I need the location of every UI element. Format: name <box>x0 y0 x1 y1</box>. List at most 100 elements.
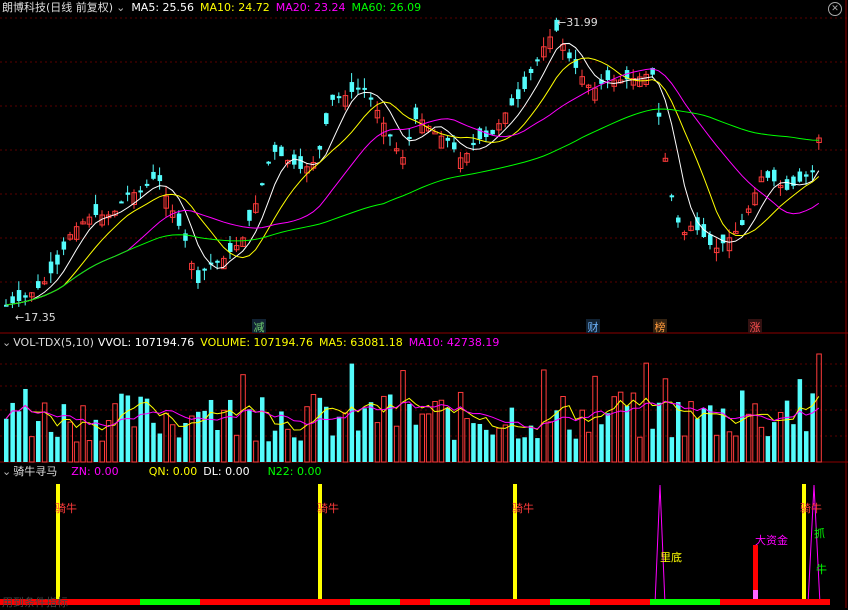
volume-bar <box>272 430 278 462</box>
chevron-down-icon[interactable]: ⌄ <box>116 0 125 16</box>
volume-bar <box>585 431 592 463</box>
stock-name: 朗博科技 <box>2 1 46 14</box>
candle-body <box>720 234 726 244</box>
candle-body <box>247 209 252 221</box>
volume-bar <box>55 436 60 462</box>
close-icon[interactable]: ✕ <box>828 2 842 16</box>
candle-body <box>336 96 342 99</box>
volume-bar <box>791 424 796 462</box>
volume-bar <box>516 438 521 462</box>
volume-bar <box>208 399 214 462</box>
candle-body <box>567 52 572 59</box>
event-marker-zhang[interactable]: 涨 <box>748 319 762 334</box>
volume-bar <box>112 403 118 463</box>
volume-bar <box>393 425 400 463</box>
volume-bar <box>669 437 675 462</box>
candle-body <box>349 82 355 92</box>
signal-spike <box>654 484 666 605</box>
volume-bar <box>554 410 559 462</box>
volume-bar <box>502 424 509 463</box>
volume-bar <box>324 406 329 462</box>
volume-bar <box>567 429 572 462</box>
volume-bar <box>643 362 649 463</box>
candle-body <box>272 144 278 152</box>
candle-body <box>202 268 207 271</box>
volume-bar <box>131 426 137 463</box>
volume-bar <box>509 407 515 462</box>
volume-bar <box>681 435 688 463</box>
volume-bar <box>804 431 809 462</box>
event-marker-cai[interactable]: 财 <box>586 319 600 334</box>
volume-bar <box>662 378 669 463</box>
candle-body <box>48 261 54 274</box>
candle-body <box>368 97 374 100</box>
volume-label: VOLUME: 107194.76 <box>200 336 313 349</box>
candle-body <box>317 145 323 150</box>
volume-bar <box>138 396 143 462</box>
signal-bar <box>753 545 758 590</box>
volume-bar <box>317 397 323 462</box>
volume-panel-header: ⌄ VOL-TDX(5,10) VVOL: 107194.76 VOLUME: 107… <box>2 335 505 351</box>
volume-bar <box>228 399 233 462</box>
ma10-label: MA10: 24.72 <box>200 1 270 14</box>
signal-niu-label: 牛 <box>816 563 827 576</box>
stock-chart[interactable] <box>0 0 848 608</box>
signal-strip <box>590 599 650 605</box>
volume-bar <box>86 440 93 463</box>
candle-body <box>356 87 361 90</box>
volume-bar <box>656 402 662 462</box>
candle-body <box>55 254 60 265</box>
candle-body <box>196 270 201 283</box>
chevron-down-icon[interactable]: ⌄ <box>2 464 11 480</box>
volume-bar <box>342 412 349 463</box>
signal-strip <box>200 599 350 605</box>
ma10-line <box>5 57 820 306</box>
low-price-label: ←17.35 <box>15 311 56 324</box>
volume-bar <box>157 433 163 462</box>
volume-bar <box>745 413 752 463</box>
volume-bar <box>4 418 9 462</box>
candle-body <box>260 183 265 186</box>
volume-bar <box>496 427 502 463</box>
candle-body <box>708 234 713 245</box>
vol-ma5-label: MA5: 63081.18 <box>319 336 403 349</box>
candle-body <box>215 260 220 263</box>
ind-indicator-name: 骑牛寻马 <box>13 465 58 478</box>
volume-bar <box>330 435 335 462</box>
candle-body <box>509 98 515 106</box>
volume-bar <box>535 438 540 462</box>
volume-bar <box>713 434 720 463</box>
volume-bar <box>477 423 483 462</box>
main-panel-header: 朗博科技(日线 前复权) ⌄ MA5: 25.56 MA10: 24.72 MA20: … <box>2 0 427 16</box>
candle-body <box>23 295 28 298</box>
event-marker-jian[interactable]: 减 <box>252 319 266 334</box>
candle-body <box>61 241 67 250</box>
qn-label: QN: 0.00 <box>148 465 198 478</box>
volume-bar <box>528 425 534 462</box>
volume-bar <box>183 422 188 462</box>
volume-bar <box>304 406 310 463</box>
candle-body <box>228 243 233 252</box>
period-label: (日线 前复权) <box>46 1 114 14</box>
candle-body <box>176 213 182 226</box>
candle-body <box>772 169 777 182</box>
candle-body <box>605 70 611 80</box>
candle-body <box>516 89 521 99</box>
event-marker-bang[interactable]: 榜 <box>653 319 667 334</box>
volume-bar <box>253 440 259 463</box>
volume-bar <box>547 421 553 463</box>
volume-bar <box>624 405 630 462</box>
volume-bar <box>48 431 54 462</box>
candle-body <box>740 220 745 225</box>
volume-bar <box>176 437 182 462</box>
candle-body <box>452 142 457 150</box>
volume-bar <box>16 411 22 462</box>
volume-bar <box>637 436 643 463</box>
signal-strip <box>350 599 400 605</box>
candle-body <box>676 217 681 223</box>
candle-body <box>144 183 150 186</box>
chevron-down-icon[interactable]: ⌄ <box>2 335 11 351</box>
volume-bar <box>285 428 291 463</box>
volume-bar <box>445 407 451 462</box>
volume-bar <box>362 408 367 462</box>
